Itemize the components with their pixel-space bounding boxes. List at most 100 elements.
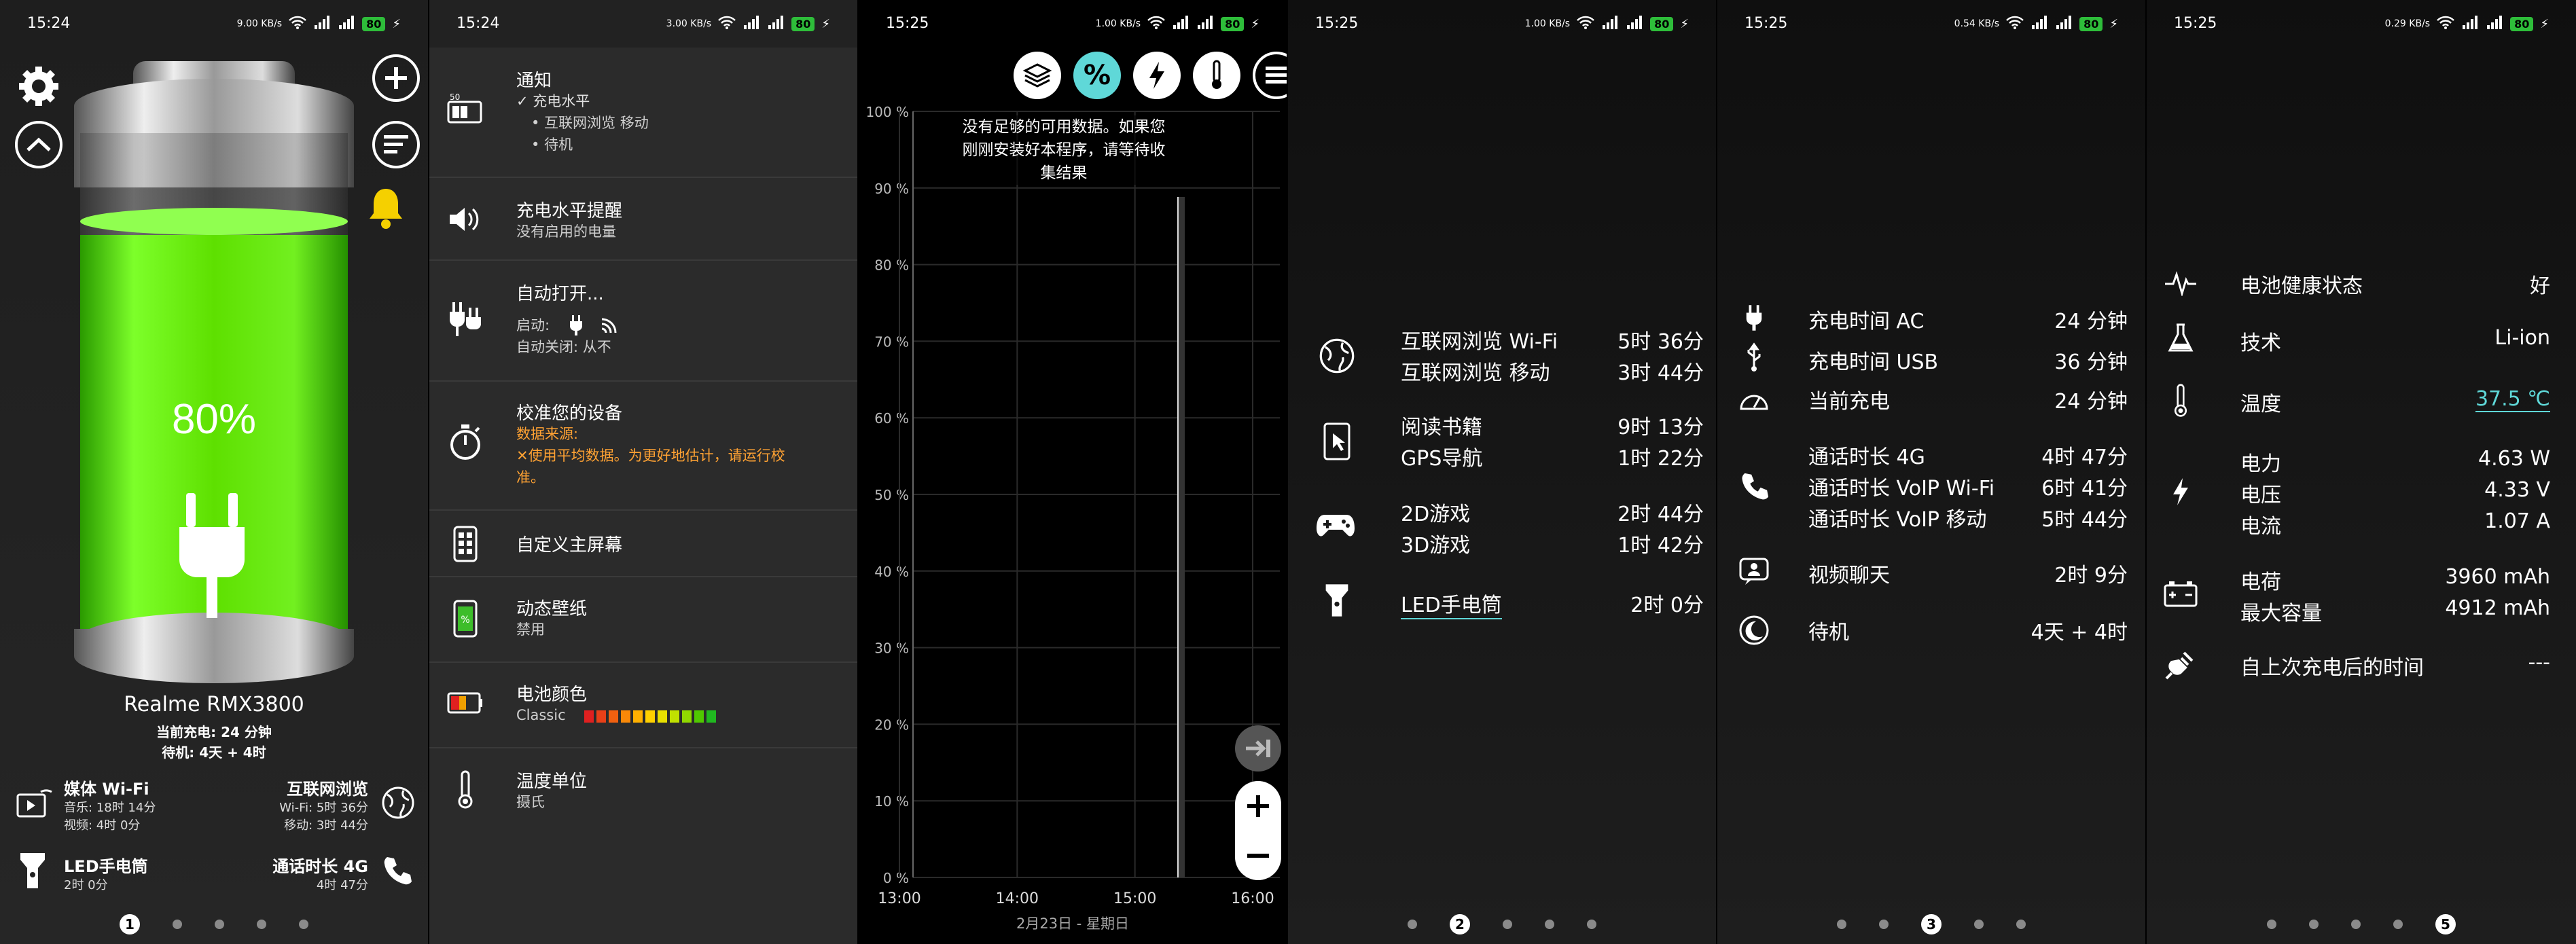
page-dot-active[interactable]: 5 bbox=[2435, 914, 2456, 934]
plus-icon bbox=[385, 67, 407, 89]
network-speed: 0.29 KB/s bbox=[2384, 18, 2431, 29]
info-label: 电流 bbox=[2240, 515, 2281, 539]
video-chat-value: 2时 9分 bbox=[2054, 564, 2128, 587]
page-dot-active[interactable]: 2 bbox=[1450, 914, 1470, 934]
page-dot[interactable] bbox=[1587, 920, 1596, 929]
setting-calibrate[interactable]: 校准您的设备 数据来源: ✕使用平均数据。为更好地估计，请运行校 准。 bbox=[429, 382, 857, 511]
layers-button[interactable] bbox=[1014, 52, 1061, 99]
color-swatch bbox=[645, 710, 655, 723]
network-speed: 0.54 KB/s bbox=[1954, 18, 2000, 29]
page-dot[interactable] bbox=[1503, 920, 1512, 929]
battery-history-chart[interactable]: 100 % 90 % 80 % 70 % 60 % 50 % 40 % 30 % 20 % 10 … bbox=[859, 95, 1287, 944]
status-time: 15:25 bbox=[886, 15, 929, 32]
x-tick-label: 13:00 bbox=[878, 890, 920, 907]
battery-icon-label: 50 bbox=[450, 92, 460, 102]
setting-charge-alarm[interactable]: 充电水平提醒 没有启用的电量 bbox=[429, 178, 857, 261]
percent-button[interactable]: % bbox=[1073, 52, 1121, 99]
y-tick-label: 40 % bbox=[874, 564, 909, 580]
unplug-icon bbox=[2160, 644, 2201, 685]
battery-percent: 80% bbox=[172, 396, 256, 443]
setting-battery-color[interactable]: 电池颜色 Classic bbox=[429, 663, 857, 748]
usage-value: 1时 42分 bbox=[1617, 534, 1704, 558]
info-value: 4912 mAh bbox=[2445, 596, 2550, 620]
status-battery: 80 bbox=[2510, 16, 2534, 31]
setting-auto-open[interactable]: 自动打开... 启动: 自动关闭: 从不 bbox=[429, 261, 857, 382]
info-value: 1.07 A bbox=[2484, 509, 2550, 533]
signal-icon-2 bbox=[1196, 15, 1214, 33]
page-dot-active[interactable]: 3 bbox=[1921, 914, 1942, 934]
x-tick-label: 16:00 bbox=[1231, 890, 1274, 907]
charge-call-times-screen: 15:25 0.54 KB/s 80 ⚡ 充电时间 AC 24 分钟 充电时间 … bbox=[1717, 0, 2145, 944]
status-time: 15:25 bbox=[1745, 15, 1788, 32]
battery-color-swatches bbox=[584, 710, 716, 723]
x-tick-label: 14:00 bbox=[996, 890, 1039, 907]
color-swatch bbox=[694, 710, 704, 723]
info-label: 最大容量 bbox=[2240, 602, 2322, 625]
stat-line: Wi-Fi: 5时 36分 bbox=[279, 801, 368, 815]
setting-line: Classic bbox=[516, 707, 566, 723]
jump-to-end-button[interactable] bbox=[1235, 725, 1281, 771]
video-chat-icon bbox=[1734, 551, 1774, 592]
page-dot[interactable] bbox=[2393, 920, 2403, 929]
setting-title: 温度单位 bbox=[516, 771, 588, 792]
network-speed: 9.00 KB/s bbox=[236, 18, 283, 29]
svg-text:%: % bbox=[461, 615, 469, 625]
usage-label: 互联网浏览 Wi-Fi bbox=[1401, 330, 1558, 354]
info-value: --- bbox=[2528, 651, 2550, 674]
page-dot[interactable] bbox=[173, 920, 182, 929]
status-time: 15:25 bbox=[2174, 15, 2217, 32]
page-dot-active[interactable]: 1 bbox=[120, 914, 140, 934]
page-dot[interactable] bbox=[1974, 920, 1984, 929]
temperature-button[interactable] bbox=[1193, 52, 1240, 99]
page-dot[interactable] bbox=[299, 920, 308, 929]
temperature-value[interactable]: 37.5 ℃ bbox=[2475, 387, 2550, 412]
page-dot[interactable] bbox=[257, 920, 266, 929]
flashlight-link[interactable]: LED手电筒 bbox=[1401, 588, 1502, 619]
power-button[interactable] bbox=[1133, 52, 1181, 99]
setting-line: 启动: bbox=[516, 317, 550, 333]
page-dot[interactable] bbox=[1837, 920, 1846, 929]
setting-temperature-unit[interactable]: 温度单位 摄氏 bbox=[429, 748, 857, 834]
page-dot[interactable] bbox=[2016, 920, 2026, 929]
setting-custom-home[interactable]: 自定义主屏幕 bbox=[429, 511, 857, 577]
standby-time: 待机: 4天 + 4时 bbox=[162, 744, 266, 761]
page-dot[interactable] bbox=[1879, 920, 1889, 929]
page-dot[interactable] bbox=[2309, 920, 2319, 929]
page-dot[interactable] bbox=[215, 920, 224, 929]
history-chart-screen: 15:25 1.00 KB/s 80 ⚡ % 100 % 90 % 80 % 70 %… bbox=[859, 0, 1287, 944]
setting-title: 自定义主屏幕 bbox=[516, 535, 623, 556]
zoom-in-button[interactable] bbox=[1235, 781, 1281, 831]
signal-icon bbox=[313, 15, 331, 33]
moon-icon bbox=[1734, 610, 1774, 651]
color-swatch bbox=[658, 710, 667, 723]
setting-line: ✓ 充电水平 bbox=[516, 93, 590, 109]
setting-notifications[interactable]: 50 通知 ✓ 充电水平 • 互联网浏览 移动 • 待机 bbox=[429, 48, 857, 178]
info-label: 电压 bbox=[2240, 484, 2281, 507]
setting-line: 禁用 bbox=[516, 621, 545, 638]
status-icons: 1.00 KB/s 80 ⚡ bbox=[1096, 14, 1259, 34]
y-tick-label: 10 % bbox=[874, 793, 909, 810]
minus-icon bbox=[1247, 853, 1269, 858]
wifi-icon bbox=[1147, 16, 1165, 33]
globe-icon bbox=[1318, 337, 1356, 378]
zoom-out-button[interactable] bbox=[1235, 831, 1281, 880]
network-speed: 1.00 KB/s bbox=[1524, 18, 1571, 29]
wifi-icon bbox=[2006, 16, 2024, 33]
page-dot[interactable] bbox=[1545, 920, 1554, 929]
setting-live-wallpaper[interactable]: % 动态壁纸 禁用 bbox=[429, 577, 857, 663]
status-icons: 1.00 KB/s 80 ⚡ bbox=[1525, 14, 1689, 34]
page-dot[interactable] bbox=[1408, 920, 1417, 929]
wifi-icon bbox=[2437, 16, 2454, 33]
y-tick-label: 0 % bbox=[883, 870, 909, 886]
stat-title: 互联网浏览 bbox=[287, 780, 368, 799]
thermometer-icon bbox=[2160, 380, 2201, 421]
wallpaper-icon: % bbox=[447, 600, 484, 638]
usage-label: 2D游戏 bbox=[1401, 503, 1471, 526]
page-dot[interactable] bbox=[2351, 920, 2361, 929]
status-icons: 3.00 KB/s 80 ⚡ bbox=[666, 14, 830, 34]
menu-button[interactable] bbox=[1253, 52, 1287, 99]
page-dot[interactable] bbox=[2267, 920, 2276, 929]
charge-label: 充电时间 USB bbox=[1808, 350, 1939, 374]
plus-icon bbox=[1247, 795, 1269, 817]
battery-level-icon: 50 bbox=[447, 90, 484, 126]
